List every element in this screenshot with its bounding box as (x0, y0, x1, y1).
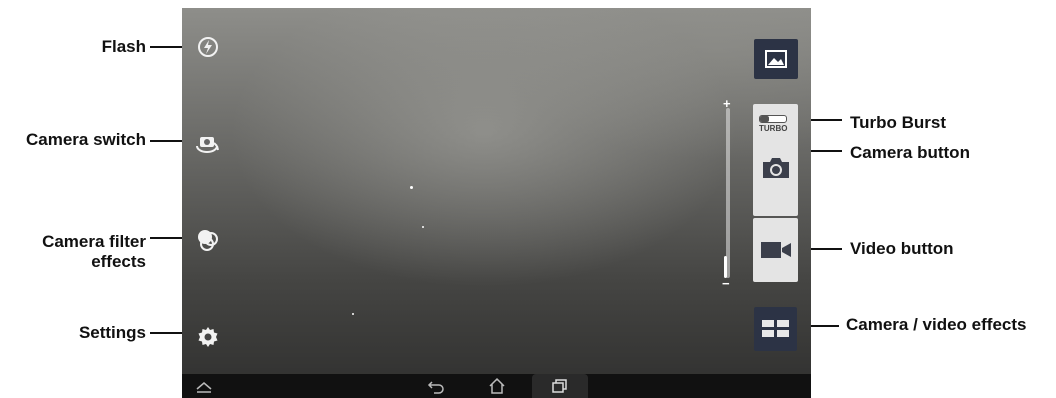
viewfinder-speck (352, 313, 354, 315)
callout-camera-button: Camera button (850, 143, 970, 162)
callout-camera-switch: Camera switch (26, 130, 146, 149)
zoom-slider-thumb[interactable] (724, 256, 727, 278)
callout-camera-video-effects: Camera / video effects (846, 315, 1027, 334)
gallery-button[interactable] (754, 39, 798, 79)
camera-viewfinder[interactable]: + − TURBO (182, 8, 811, 398)
back-icon[interactable] (426, 377, 446, 395)
flash-off-icon[interactable] (196, 35, 220, 59)
video-button[interactable] (753, 218, 798, 282)
grid-effects-icon (762, 320, 789, 343)
filter-effects-icon[interactable] (196, 228, 220, 252)
gear-icon[interactable] (196, 325, 220, 349)
callout-video-button: Video button (850, 239, 954, 258)
callout-settings: Settings (78, 323, 146, 342)
zoom-slider-track[interactable] (726, 108, 730, 278)
camera-button[interactable]: TURBO (753, 104, 798, 216)
home-icon[interactable] (487, 377, 507, 395)
callout-camera-filter-line2: effects (91, 252, 146, 271)
callout-camera-filter-line1: Camera filter (42, 232, 146, 251)
turbo-toggle-icon (759, 115, 787, 123)
camera-video-effects-button[interactable] (754, 307, 797, 351)
recents-icon[interactable] (550, 377, 570, 395)
zoom-minus[interactable]: − (722, 276, 730, 291)
camera-switch-icon[interactable] (194, 131, 220, 155)
video-camera-icon (760, 240, 792, 265)
camera-icon (761, 156, 791, 185)
gallery-icon (765, 50, 787, 73)
callout-camera-filter: Camera filter effects (0, 232, 146, 272)
turbo-label: TURBO (759, 124, 788, 133)
system-nav-bar (182, 374, 811, 398)
chevron-up-icon[interactable] (194, 377, 214, 395)
callout-flash: Flash (101, 37, 146, 56)
turbo-burst-toggle[interactable]: TURBO (759, 115, 791, 133)
callout-turbo-burst: Turbo Burst (850, 113, 947, 132)
viewfinder-speck (410, 186, 413, 189)
viewfinder-speck (422, 226, 424, 228)
